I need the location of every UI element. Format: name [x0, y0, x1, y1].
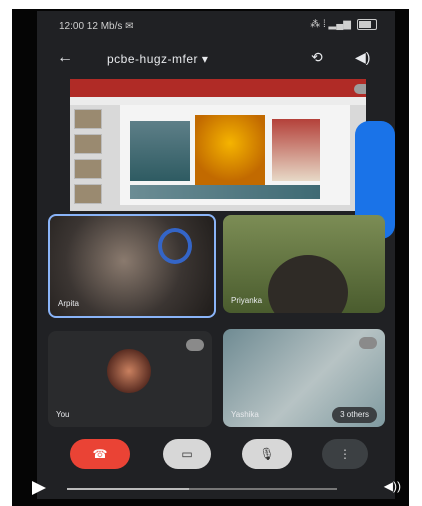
- signal-icon: ⁂ ⁞ ▂▄▆: [310, 19, 351, 30]
- camera-icon: ▭: [181, 447, 193, 461]
- mic-toggle-button[interactable]: 🎙: [242, 439, 292, 469]
- camera-flip-icon[interactable]: ⟲: [311, 49, 323, 66]
- more-options-button[interactable]: ⋮: [322, 439, 368, 469]
- others-badge[interactable]: 3 others: [332, 407, 377, 423]
- volume-icon[interactable]: ◀)): [384, 479, 401, 493]
- slide-image: [130, 121, 190, 181]
- camera-toggle-button[interactable]: ▭: [163, 439, 211, 469]
- video-frame: 12:00 12 Mb/s ✉ ⁂ ⁞ ▂▄▆ ← pcbe-hugz-mfer…: [12, 9, 409, 506]
- status-time: 12:00 12 Mb/s ✉: [59, 21, 134, 32]
- more-vertical-icon: ⋮: [339, 447, 351, 461]
- avatar: [107, 349, 151, 393]
- meeting-code[interactable]: pcbe-hugz-mfer ▾: [107, 52, 208, 66]
- slide-thumbnail: [74, 159, 102, 179]
- participant-name: Yashika: [231, 410, 259, 419]
- participant-tile[interactable]: You: [48, 331, 212, 427]
- ppt-toolbar: [70, 97, 366, 105]
- arrow-left-icon[interactable]: ←: [57, 49, 73, 67]
- participant-name: Arpita: [58, 299, 79, 308]
- speaker-icon[interactable]: ◀): [355, 49, 370, 66]
- status-icons: ⁂ ⁞ ▂▄▆: [310, 19, 377, 30]
- presentation-screen-share: [70, 79, 366, 211]
- mic-off-icon: [186, 339, 204, 351]
- mic-icon: 🎙: [259, 447, 275, 461]
- slide-thumbnail: [74, 184, 102, 204]
- slide-image: [272, 119, 320, 181]
- participant-tile[interactable]: Arpita: [48, 214, 216, 318]
- ppt-current-slide: [120, 105, 350, 205]
- participant-name: You: [56, 410, 70, 419]
- phone-screen: 12:00 12 Mb/s ✉ ⁂ ⁞ ▂▄▆ ← pcbe-hugz-mfer…: [37, 11, 395, 499]
- video-player-bar: ◀)): [12, 479, 409, 497]
- headset-decor: [158, 228, 192, 264]
- meeting-header: ← pcbe-hugz-mfer ▾ ⟲ ◀): [37, 41, 395, 77]
- phone-hangup-icon: ☎: [92, 447, 108, 461]
- participant-video: [268, 255, 348, 313]
- ppt-slide-thumbnails: [74, 109, 104, 205]
- seek-progress: [67, 488, 189, 490]
- battery-icon: [357, 19, 377, 30]
- mic-off-icon: [359, 337, 377, 349]
- end-call-button[interactable]: ☎: [70, 439, 130, 469]
- slide-image: [130, 185, 320, 199]
- status-bar: 12:00 12 Mb/s ✉ ⁂ ⁞ ▂▄▆: [37, 11, 395, 41]
- presentation-options-icon[interactable]: [354, 84, 366, 94]
- play-icon[interactable]: [32, 481, 46, 495]
- slide-thumbnail: [74, 134, 102, 154]
- slide-image: [195, 115, 265, 185]
- call-controls: ☎ ▭ 🎙 ⋮: [37, 439, 395, 479]
- participant-name: Priyanka: [231, 296, 263, 305]
- participant-tile[interactable]: Yashika 3 others: [223, 329, 385, 427]
- seek-bar[interactable]: [67, 488, 337, 490]
- ppt-ribbon: [70, 79, 366, 97]
- slide-thumbnail: [74, 109, 102, 129]
- participant-tile[interactable]: Priyanka: [223, 215, 385, 313]
